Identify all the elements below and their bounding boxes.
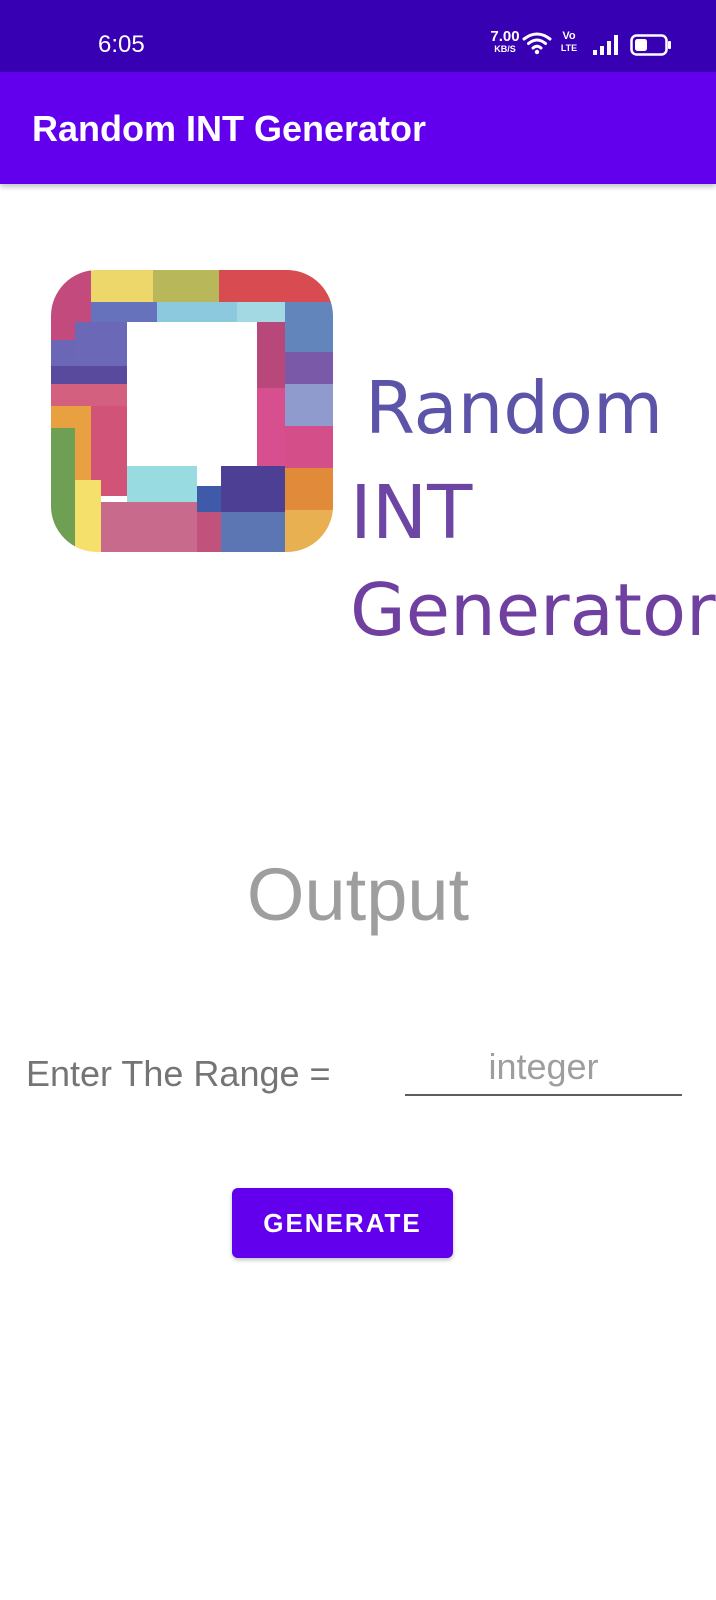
app-title: Random INT Generator xyxy=(32,108,427,149)
volte-top: Vo xyxy=(562,30,576,42)
logo-word-int: INT xyxy=(350,470,473,556)
network-speed-unit: KB/S xyxy=(494,44,516,54)
range-input[interactable] xyxy=(405,1040,682,1096)
range-label: Enter The Range = xyxy=(26,1053,331,1094)
status-time: 6:05 xyxy=(98,31,145,58)
battery-icon xyxy=(630,34,671,56)
logo-word-random: Random xyxy=(365,366,664,450)
logo-icon xyxy=(51,270,333,552)
output-text: Output xyxy=(246,853,470,936)
network-speed-value: 7.00 xyxy=(490,28,520,45)
signal-icon xyxy=(593,35,618,55)
wifi-icon xyxy=(522,32,552,55)
network-speed: 7.00 KB/S xyxy=(488,28,522,55)
volte-icon: Vo LTE xyxy=(558,30,580,54)
status-bar: 6:05 7.00 KB/S Vo LTE xyxy=(0,0,716,72)
logo-word-generator: Generator xyxy=(350,568,716,652)
volte-bottom: LTE xyxy=(560,43,578,53)
generate-button[interactable]: GENERATE xyxy=(232,1188,453,1258)
app-bar: Random INT Generator xyxy=(0,72,716,184)
